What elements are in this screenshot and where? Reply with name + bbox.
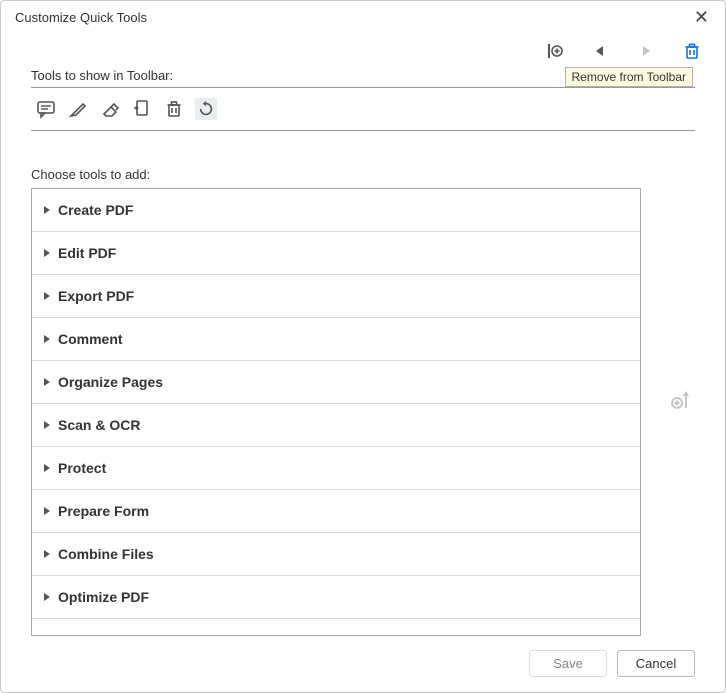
category-item[interactable]: Protect	[32, 447, 640, 490]
eraser-icon[interactable]	[99, 98, 121, 120]
category-item[interactable]: Organize Pages	[32, 361, 640, 404]
expand-triangle-icon	[44, 206, 50, 214]
add-divider-button[interactable]	[545, 42, 563, 60]
expand-triangle-icon	[44, 550, 50, 558]
add-to-toolbar-button[interactable]	[667, 388, 695, 412]
category-item[interactable]: Combine Files	[32, 533, 640, 576]
category-label: Comment	[58, 331, 123, 347]
save-button[interactable]: Save	[529, 650, 607, 677]
page-arrow-icon[interactable]	[131, 98, 153, 120]
expand-triangle-icon	[44, 378, 50, 386]
dialog-title: Customize Quick Tools	[15, 10, 147, 25]
trash-icon[interactable]	[163, 98, 185, 120]
category-label: Organize Pages	[58, 374, 163, 390]
category-item[interactable]: Scan & OCR	[32, 404, 640, 447]
rotate-icon[interactable]	[195, 98, 217, 120]
highlight-pen-icon[interactable]	[67, 98, 89, 120]
category-label: Scan & OCR	[58, 417, 140, 433]
category-item[interactable]: Prepare Form	[32, 490, 640, 533]
tool-category-list: Create PDF Edit PDF Export PDF Comment Organ…	[31, 188, 641, 636]
comment-bubble-icon[interactable]	[35, 98, 57, 120]
toolbar-section: Tools to show in Toolbar:	[31, 44, 695, 131]
titlebar: Customize Quick Tools ✕	[1, 1, 725, 34]
expand-triangle-icon	[44, 292, 50, 300]
expand-triangle-icon	[44, 421, 50, 429]
choose-tools-label: Choose tools to add:	[31, 167, 695, 182]
close-icon[interactable]: ✕	[688, 5, 715, 30]
tool-category-scroll[interactable]: Create PDF Edit PDF Export PDF Comment Organ…	[32, 189, 640, 635]
dialog-footer: Save Cancel	[1, 636, 725, 693]
expand-triangle-icon	[44, 249, 50, 257]
category-label: Edit PDF	[58, 245, 116, 261]
move-right-button[interactable]	[637, 42, 655, 60]
dialog-content: Tools to show in Toolbar:	[1, 34, 725, 636]
expand-triangle-icon	[44, 593, 50, 601]
remove-tooltip: Remove from Toolbar	[565, 67, 694, 87]
expand-triangle-icon	[44, 335, 50, 343]
category-label: Combine Files	[58, 546, 154, 562]
category-item[interactable]: Comment	[32, 318, 640, 361]
category-label: Create PDF	[58, 202, 133, 218]
expand-triangle-icon	[44, 464, 50, 472]
category-item[interactable]: Optimize PDF	[32, 576, 640, 619]
customize-quick-tools-dialog: Customize Quick Tools ✕ Tools to show in…	[0, 0, 726, 693]
category-item[interactable]: Create PDF	[32, 189, 640, 232]
tools-to-show-label: Tools to show in Toolbar:	[31, 68, 173, 83]
category-label: Export PDF	[58, 288, 134, 304]
category-label: Optimize PDF	[58, 589, 149, 605]
cancel-button[interactable]: Cancel	[617, 650, 695, 677]
move-left-button[interactable]	[591, 42, 609, 60]
category-label: Prepare Form	[58, 503, 149, 519]
remove-from-toolbar-button[interactable]	[683, 42, 701, 60]
category-label: Protect	[58, 460, 106, 476]
toolbar-move-controls	[545, 42, 701, 60]
category-item[interactable]: Edit PDF	[32, 232, 640, 275]
current-toolbar	[31, 87, 695, 131]
category-item[interactable]: Export PDF	[32, 275, 640, 318]
choose-tools-row: Create PDF Edit PDF Export PDF Comment Organ…	[31, 188, 695, 636]
expand-triangle-icon	[44, 507, 50, 515]
